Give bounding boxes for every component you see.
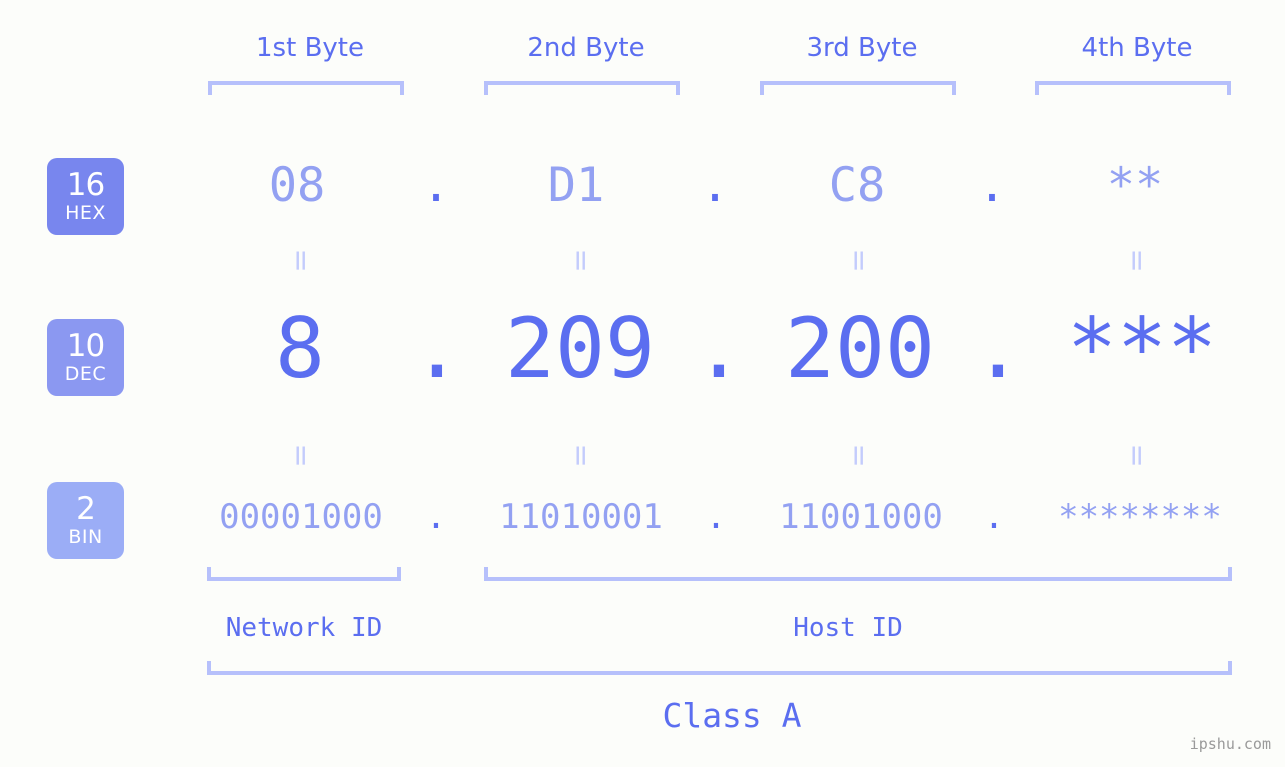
equals-mark-hex-dec-4: = bbox=[1120, 248, 1155, 271]
dec-separator-3: . bbox=[973, 300, 1023, 397]
base-badge-bin-number: 2 bbox=[76, 491, 96, 527]
byte-header-4: 4th Byte bbox=[1081, 33, 1193, 63]
hex-byte-3: C8 bbox=[828, 158, 886, 213]
hex-separator-2: . bbox=[700, 158, 730, 213]
equals-mark-hex-dec-3: = bbox=[842, 248, 877, 271]
equals-mark-hex-dec-2: = bbox=[564, 248, 599, 271]
bin-byte-4: ******** bbox=[1058, 497, 1222, 537]
dec-byte-1: 8 bbox=[275, 300, 325, 397]
bin-byte-3: 11001000 bbox=[779, 497, 943, 537]
network-id-label: Network ID bbox=[225, 613, 383, 643]
hex-byte-1: 08 bbox=[268, 158, 326, 213]
base-badge-dec-number: 10 bbox=[66, 328, 105, 364]
equals-mark-dec-bin-4: = bbox=[1120, 443, 1155, 466]
base-badge-bin-abbr: BIN bbox=[68, 526, 103, 548]
hex-byte-4: ** bbox=[1106, 158, 1164, 213]
equals-mark-hex-dec-1: = bbox=[284, 248, 319, 271]
byte-bracket-1 bbox=[208, 81, 404, 95]
base-badge-hex: 16 HEX bbox=[47, 158, 124, 235]
byte-header-2: 2nd Byte bbox=[527, 33, 645, 63]
hex-separator-1: . bbox=[421, 158, 451, 213]
bin-separator-2: . bbox=[705, 497, 727, 537]
byte-bracket-3 bbox=[760, 81, 956, 95]
site-watermark: ipshu.com bbox=[1189, 735, 1271, 753]
base-badge-dec-abbr: DEC bbox=[64, 363, 107, 385]
base-badge-bin: 2 BIN bbox=[47, 482, 124, 559]
byte-bracket-4 bbox=[1035, 81, 1231, 95]
bin-separator-3: . bbox=[983, 497, 1005, 537]
equals-mark-dec-bin-2: = bbox=[564, 443, 599, 466]
equals-mark-dec-bin-3: = bbox=[842, 443, 877, 466]
byte-header-3: 3rd Byte bbox=[806, 33, 918, 63]
dec-byte-2: 209 bbox=[505, 300, 655, 397]
host-id-label: Host ID bbox=[793, 613, 903, 643]
class-bracket bbox=[207, 661, 1232, 675]
byte-header-1: 1st Byte bbox=[256, 33, 364, 63]
bin-byte-1: 00001000 bbox=[219, 497, 383, 537]
hex-separator-3: . bbox=[977, 158, 1007, 213]
bin-separator-1: . bbox=[425, 497, 447, 537]
dec-byte-3: 200 bbox=[785, 300, 935, 397]
network-id-bracket bbox=[207, 567, 401, 581]
base-badge-dec: 10 DEC bbox=[47, 319, 124, 396]
base-badge-hex-abbr: HEX bbox=[65, 202, 106, 224]
dec-byte-4: *** bbox=[1067, 300, 1217, 397]
class-label: Class A bbox=[662, 696, 802, 735]
host-id-bracket bbox=[484, 567, 1232, 581]
equals-mark-dec-bin-1: = bbox=[284, 443, 319, 466]
dec-separator-2: . bbox=[694, 300, 744, 397]
base-badge-hex-number: 16 bbox=[66, 167, 105, 203]
ip-breakdown-diagram: 1st Byte 2nd Byte 3rd Byte 4th Byte 16 H… bbox=[0, 0, 1285, 767]
bin-byte-2: 11010001 bbox=[499, 497, 663, 537]
hex-byte-2: D1 bbox=[547, 158, 605, 213]
dec-separator-1: . bbox=[412, 300, 462, 397]
byte-bracket-2 bbox=[484, 81, 680, 95]
